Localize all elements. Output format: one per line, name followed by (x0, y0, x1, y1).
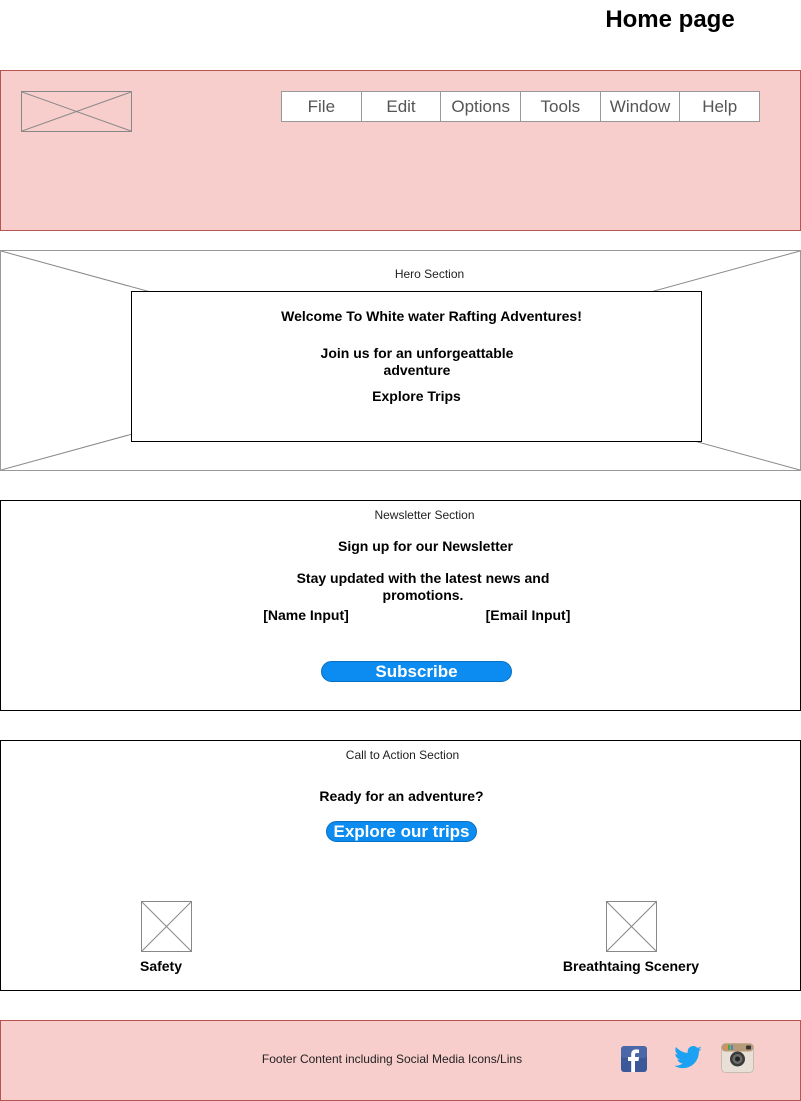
instagram-icon[interactable] (721, 1043, 754, 1073)
feature-safety-label: Safety (139, 958, 183, 974)
footer: Footer Content including Social Media Ic… (0, 1020, 801, 1101)
hero-section-label: Hero Section (394, 267, 465, 281)
newsletter-section-label: Newsletter Section (374, 508, 475, 522)
scenery-image-placeholder (606, 901, 657, 952)
subscribe-button[interactable]: Subscribe (321, 661, 512, 682)
cta-section: Call to Action Section Ready for an adve… (0, 740, 801, 991)
email-input[interactable]: [Email Input] (453, 607, 603, 623)
feature-scenery-label: Breathtaing Scenery (562, 958, 700, 974)
hero-content-box: Welcome To White water Rafting Adventure… (131, 291, 702, 442)
menu-window[interactable]: Window (601, 92, 681, 121)
menu-edit[interactable]: Edit (362, 92, 442, 121)
newsletter-subtitle: Stay updated with the latest news and pr… (296, 570, 550, 603)
hero-title: Welcome To White water Rafting Adventure… (281, 308, 582, 324)
safety-image-placeholder (141, 901, 192, 952)
name-input[interactable]: [Name Input] (231, 607, 381, 623)
cta-section-label: Call to Action Section (345, 748, 460, 762)
menu-options[interactable]: Options (441, 92, 522, 121)
menu-help[interactable]: Help (680, 92, 759, 121)
page-title: Home page (605, 6, 735, 33)
hero-subtitle: Join us for an unforgeattable adventure (320, 345, 514, 378)
menu-tools[interactable]: Tools (521, 92, 601, 121)
cta-title: Ready for an adventure? (319, 788, 484, 804)
logo-placeholder (21, 91, 132, 132)
header: File Edit Options Tools Window Help (0, 70, 801, 231)
hero-section: Hero Section Welcome To White water Raft… (0, 250, 801, 471)
explore-our-trips-button[interactable]: Explore our trips (326, 821, 477, 842)
newsletter-title: Sign up for our Newsletter (337, 538, 513, 554)
newsletter-section: Newsletter Section Sign up for our Newsl… (0, 500, 801, 711)
menu-bar: File Edit Options Tools Window Help (281, 91, 760, 122)
facebook-icon[interactable] (621, 1046, 647, 1072)
footer-text: Footer Content including Social Media Ic… (261, 1052, 523, 1066)
menu-file[interactable]: File (282, 92, 362, 121)
explore-trips-link[interactable]: Explore Trips (132, 388, 701, 404)
twitter-icon[interactable] (673, 1043, 703, 1073)
